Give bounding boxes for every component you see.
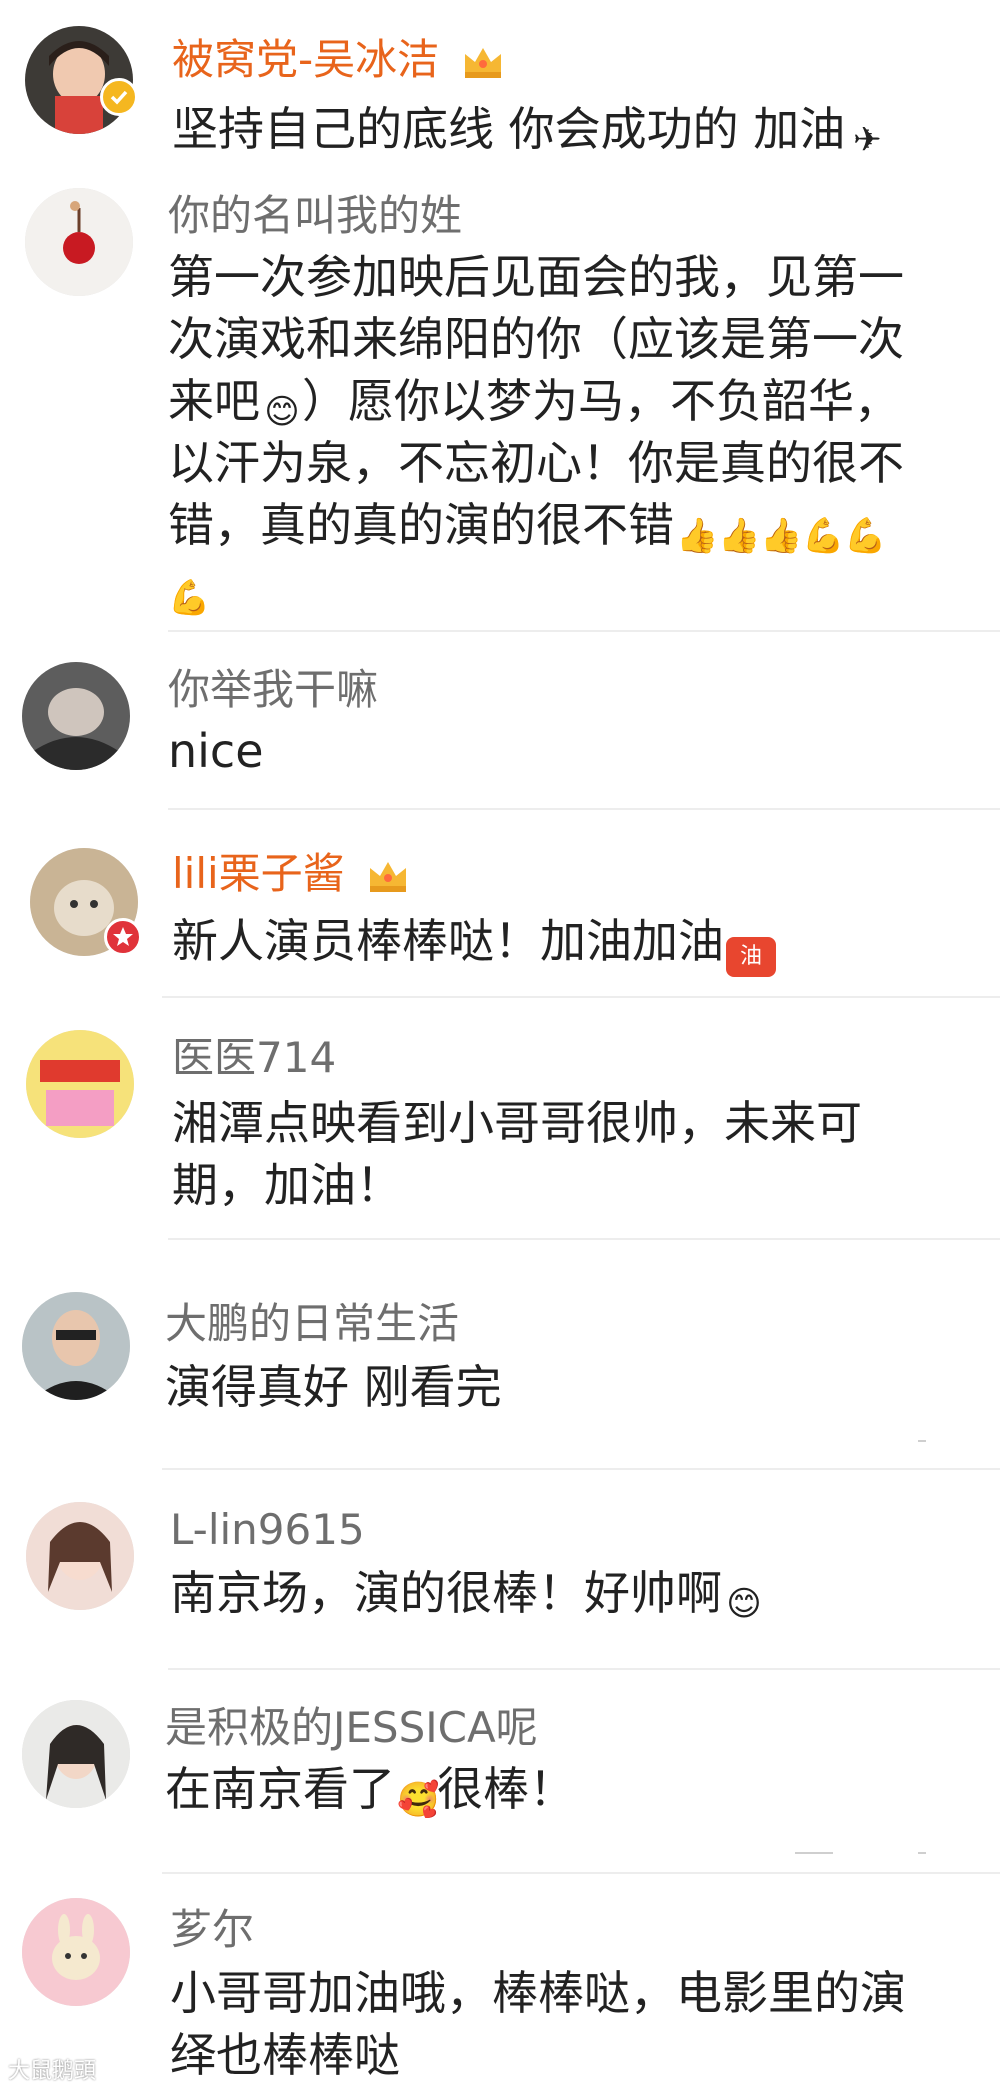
muscle-icon: 💪 xyxy=(168,578,211,618)
divider xyxy=(918,1852,926,1854)
comment-text: 南京场，演的很棒！好帅啊 😊 xyxy=(170,1562,764,1624)
thumbs-up-icon: 👍 xyxy=(718,516,761,556)
username[interactable]: 被窝党-吴冰洁 xyxy=(172,34,505,86)
divider xyxy=(162,1872,1000,1874)
username[interactable]: 医医714 xyxy=(172,1032,336,1084)
divider xyxy=(168,1238,1000,1240)
comment-text: nice xyxy=(168,724,264,778)
comment-text: 第一次参加映后见面会的我，见第一 次演戏和来绵阳的你（应该是第一次 来吧 😊）愿你… xyxy=(168,250,904,618)
avatar[interactable] xyxy=(26,1030,134,1138)
vip-crown-icon xyxy=(370,862,407,892)
username[interactable]: 你举我干嘛 xyxy=(168,664,378,716)
muscle-icon: 💪 xyxy=(844,516,887,556)
avatar[interactable] xyxy=(25,188,133,296)
divider xyxy=(795,1852,833,1854)
blush-emoji-icon: 😊 xyxy=(264,392,300,432)
divider xyxy=(918,1440,926,1442)
jiayou-emoji-icon: 油 xyxy=(726,937,776,977)
comment-text: 在南京看了🥰很棒！ xyxy=(165,1762,575,1820)
shy-emoji-icon: 😊 xyxy=(726,1584,762,1624)
username[interactable]: 你的名叫我的姓 xyxy=(168,190,462,242)
muscle-icon: 💪 xyxy=(802,516,845,556)
watermark: 大鼠鹅頭 xyxy=(8,2059,97,2084)
comment-text: 坚持自己的底线 你会成功的 加油 ✈ xyxy=(172,98,887,160)
verified-badge-icon xyxy=(100,78,138,116)
red-star-badge-icon xyxy=(104,918,142,956)
divider xyxy=(168,630,1000,632)
love-emoji-icon: 🥰 xyxy=(397,1780,440,1820)
avatar[interactable] xyxy=(26,1502,134,1610)
username[interactable]: 大鹏的日常生活 xyxy=(165,1298,459,1350)
thumbs-up-icon: 👍 xyxy=(760,516,803,556)
comment-text: 湘潭点映看到小哥哥很帅，未来可 期，加油！ xyxy=(172,1096,862,1212)
username[interactable]: 芗尔 xyxy=(170,1904,254,1956)
divider xyxy=(162,1468,1000,1470)
divider xyxy=(168,808,1000,810)
divider xyxy=(168,1668,1000,1670)
username[interactable]: 是积极的JESSICA呢 xyxy=(165,1702,538,1754)
avatar[interactable] xyxy=(22,1700,130,1808)
comment-text: 小哥哥加油哦，棒棒哒，电影里的演 绎也棒棒哒 xyxy=(170,1966,906,2082)
avatar[interactable] xyxy=(22,1292,130,1400)
avatar[interactable] xyxy=(22,1898,130,2006)
avatar[interactable] xyxy=(22,662,130,770)
comment-text: 新人演员棒棒哒！加油加油油 xyxy=(172,910,776,977)
username[interactable]: L-lin9615 xyxy=(170,1504,365,1556)
airplane-emoji-icon: ✈ xyxy=(853,120,882,160)
vip-crown-icon xyxy=(464,48,501,78)
comment-text: 演得真好 刚看完 xyxy=(165,1360,502,1414)
thumbs-up-icon: 👍 xyxy=(676,516,719,556)
comment-item: 被窝党-吴冰洁 坚持自己的底线 你会成功的 加油 ✈ xyxy=(0,0,1000,160)
username[interactable]: lili栗子酱 xyxy=(172,848,410,900)
divider xyxy=(162,996,1000,998)
